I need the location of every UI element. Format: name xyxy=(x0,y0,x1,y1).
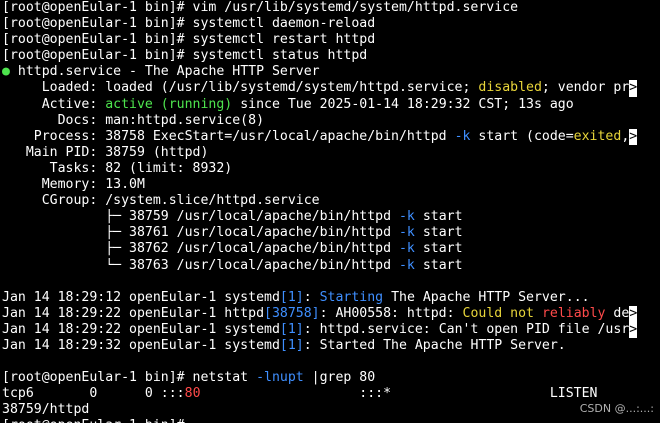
terminal-text: start xyxy=(414,225,463,241)
terminal-text: : Started The Apache HTTP Server. xyxy=(303,337,566,353)
terminal-line: [root@openEular-1 bin]# netstat -lnupt |… xyxy=(2,370,660,386)
terminal-text: [38758] xyxy=(264,305,320,321)
terminal-text: start (code= xyxy=(470,128,574,144)
terminal-line: Tasks: 82 (limit: 8932) xyxy=(2,161,660,177)
terminal-text: exited xyxy=(573,128,622,144)
terminal-text: [1] xyxy=(279,289,304,305)
terminal-text: Jan 14 18:29:22 openEular-1 systemd xyxy=(2,321,280,337)
terminal-text: 80 xyxy=(184,386,201,402)
terminal-text: -k xyxy=(398,257,415,273)
terminal-text: [root@openEular-1 bin]# netstat xyxy=(2,370,257,386)
terminal-text: [root@openEular-1 bin]# vim /usr/lib/sys… xyxy=(2,0,519,15)
terminal-text: Main PID: 38759 (httpd) xyxy=(2,144,209,160)
terminal-text: ├─ 38759 /usr/local/apache/bin/httpd xyxy=(2,209,399,225)
terminal-text: CGroup: /system.slice/httpd.service xyxy=(2,193,320,209)
terminal-line: ├─ 38759 /usr/local/apache/bin/httpd -k … xyxy=(2,209,660,225)
terminal-text: ● xyxy=(2,64,10,80)
terminal-line: └─ 38763 /usr/local/apache/bin/httpd -k … xyxy=(2,258,660,274)
terminal-text: Jan 14 18:29:12 openEular-1 systemd xyxy=(2,289,280,305)
terminal-line: Main PID: 38759 (httpd) xyxy=(2,145,660,161)
terminal-text: [root@openEular-1 bin]# xyxy=(2,418,185,423)
terminal-line: [root@openEular-1 bin]# xyxy=(2,418,660,423)
watermark-label: CSDN @...:...: xyxy=(579,402,654,415)
terminal-line: Jan 14 18:29:22 openEular-1 systemd[1]: … xyxy=(2,321,660,338)
terminal-text: [root@openEular-1 bin]# systemctl restar… xyxy=(2,32,376,48)
terminal-text: ├─ 38762 /usr/local/apache/bin/httpd xyxy=(2,241,399,257)
terminal-line: Loaded: loaded (/usr/lib/systemd/system/… xyxy=(2,80,660,97)
terminal-text: disabled xyxy=(478,80,542,96)
terminal-line: [root@openEular-1 bin]# systemctl daemon… xyxy=(2,16,660,32)
truncation-marker: > xyxy=(629,321,638,338)
terminal-line: CGroup: /system.slice/httpd.service xyxy=(2,193,660,209)
terminal-text: 38759/httpd xyxy=(2,402,90,418)
terminal-text: Tasks: 82 (limit: 8932) xyxy=(2,160,233,176)
terminal-line: Jan 14 18:29:32 openEular-1 systemd[1]: … xyxy=(2,338,660,354)
terminal-window[interactable]: [root@openEular-1 bin]# vim /usr/lib/sys… xyxy=(0,0,660,423)
terminal-text: -k xyxy=(454,128,471,144)
terminal-text: [1] xyxy=(279,321,304,337)
terminal-text: Could not xyxy=(462,305,534,321)
terminal-line: [root@openEular-1 bin]# systemctl status… xyxy=(2,48,660,64)
terminal-line: [root@openEular-1 bin]# vim /usr/lib/sys… xyxy=(2,0,660,16)
terminal-line: 38759/httpd xyxy=(2,402,660,418)
terminal-text: Memory: 13.0M xyxy=(2,177,145,193)
truncation-marker: > xyxy=(629,128,638,145)
terminal-line: tcp6 0 0 :::80 :::* LISTEN xyxy=(2,386,660,402)
terminal-text: Loaded: loaded (/usr/lib/systemd/system/… xyxy=(2,80,479,96)
terminal-text: Jan 14 18:29:32 openEular-1 systemd xyxy=(2,337,280,353)
terminal-text: ├─ 38761 /usr/local/apache/bin/httpd xyxy=(2,225,399,241)
terminal-line: Jan 14 18:29:22 openEular-1 httpd[38758]… xyxy=(2,305,660,322)
terminal-line: Memory: 13.0M xyxy=(2,177,660,193)
terminal-line: Active: active (running) since Tue 2025-… xyxy=(2,97,660,113)
terminal-text: Jan 14 18:29:22 openEular-1 httpd xyxy=(2,305,265,321)
terminal-text: Process: 38758 ExecStart=/usr/local/apac… xyxy=(2,128,455,144)
terminal-text: The Apache HTTP Server... xyxy=(383,289,590,305)
terminal-text: : AH00558: httpd: xyxy=(319,305,463,321)
terminal-text: Active: xyxy=(2,96,106,112)
terminal-line: ├─ 38762 /usr/local/apache/bin/httpd -k … xyxy=(2,241,660,257)
terminal-text: [1] xyxy=(279,337,304,353)
terminal-text: : xyxy=(303,289,320,305)
terminal-text: tcp6 0 0 ::: xyxy=(2,386,185,402)
terminal-text: -k xyxy=(398,209,415,225)
terminal-text: reliably xyxy=(541,305,606,321)
terminal-text: : httpd.service: Can't open PID file /us… xyxy=(303,321,630,337)
terminal-line: Process: 38758 ExecStart=/usr/local/apac… xyxy=(2,128,660,145)
terminal-text: start xyxy=(414,257,463,273)
terminal-text: [root@openEular-1 bin]# systemctl status… xyxy=(2,48,368,64)
terminal-text: de xyxy=(605,305,630,321)
terminal-text: start xyxy=(414,241,463,257)
terminal-text: Docs: man:httpd.service(8) xyxy=(2,112,265,128)
terminal-line: ● httpd.service - The Apache HTTP Server xyxy=(2,64,660,80)
terminal-text: -k xyxy=(398,241,415,257)
terminal-text: |grep 80 xyxy=(303,370,376,386)
terminal-line: Docs: man:httpd.service(8) xyxy=(2,113,660,129)
terminal-text: -k xyxy=(398,225,415,241)
truncation-marker: > xyxy=(629,80,638,97)
terminal-text: active (running) xyxy=(105,96,233,112)
terminal-text: start xyxy=(414,209,463,225)
terminal-text: -lnupt xyxy=(256,370,304,386)
truncation-marker: > xyxy=(629,305,638,322)
terminal-line: ├─ 38761 /usr/local/apache/bin/httpd -k … xyxy=(2,225,660,241)
terminal-text: ; vendor pr xyxy=(541,80,630,96)
terminal-output: [root@openEular-1 bin]# vim /usr/lib/sys… xyxy=(2,0,660,423)
terminal-line: [root@openEular-1 bin]# systemctl restar… xyxy=(2,32,660,48)
terminal-text: , xyxy=(621,128,630,144)
terminal-text: httpd.service - The Apache HTTP Server xyxy=(9,64,320,80)
terminal-text: since Tue 2025-01-14 18:29:32 CST; 13s a… xyxy=(232,96,574,112)
terminal-text: └─ 38763 /usr/local/apache/bin/httpd xyxy=(2,257,399,273)
terminal-text: :::* LISTEN xyxy=(200,386,598,402)
terminal-text: Starting xyxy=(319,289,384,305)
terminal-text: [root@openEular-1 bin]# systemctl daemon… xyxy=(2,16,376,32)
terminal-line: Jan 14 18:29:12 openEular-1 systemd[1]: … xyxy=(2,290,660,306)
